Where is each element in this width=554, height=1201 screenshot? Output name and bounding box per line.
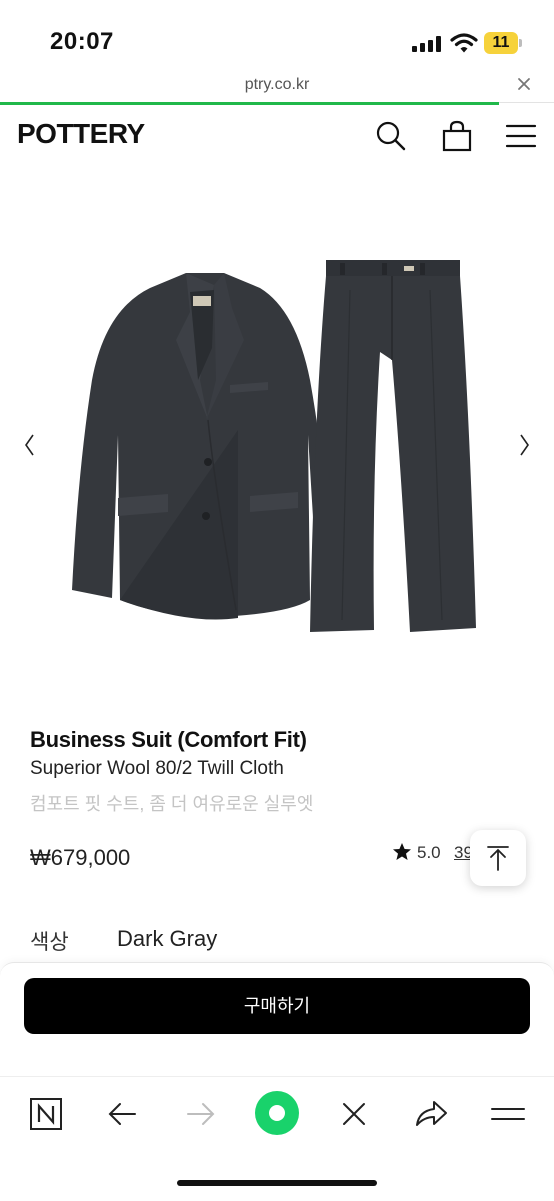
status-time: 20:07	[50, 28, 114, 55]
bag-icon[interactable]	[440, 119, 474, 153]
arrow-up-icon	[487, 846, 509, 871]
product-title: Business Suit (Comfort Fit)	[30, 727, 307, 752]
menu-lines-icon[interactable]	[486, 1092, 530, 1136]
rating-value: 5.0	[417, 843, 441, 862]
close-tab-icon[interactable]	[514, 74, 534, 94]
color-value[interactable]: Dark Gray	[117, 926, 217, 952]
color-label: 색상	[30, 931, 69, 954]
forward-arrow-icon[interactable]	[178, 1092, 222, 1136]
battery-level: 11	[492, 34, 510, 51]
cellular-signal-icon	[412, 36, 442, 52]
site-logo[interactable]: POTTERY	[17, 118, 145, 150]
prev-image-icon[interactable]	[20, 430, 40, 460]
url-bar-divider	[499, 102, 554, 103]
battery-icon: 11	[484, 32, 522, 54]
product-subtitle: Superior Wool 80/2 Twill Cloth	[30, 758, 284, 779]
scroll-to-top-button[interactable]	[470, 830, 526, 886]
url-text[interactable]: ptry.co.kr	[0, 76, 554, 94]
close-icon[interactable]	[332, 1092, 376, 1136]
next-image-icon[interactable]	[514, 430, 534, 460]
home-indicator	[177, 1180, 377, 1186]
naver-n-icon[interactable]	[24, 1092, 68, 1136]
share-icon[interactable]	[409, 1092, 453, 1136]
search-icon[interactable]	[374, 119, 408, 153]
back-arrow-icon[interactable]	[101, 1092, 145, 1136]
page-load-progress	[0, 102, 499, 105]
wifi-icon	[450, 33, 478, 53]
green-dot-icon[interactable]	[254, 1090, 300, 1136]
menu-icon[interactable]	[504, 119, 538, 153]
trousers-image	[310, 260, 476, 632]
product-description: 컴포트 핏 수트, 좀 더 여유로운 실루엣	[30, 794, 314, 814]
star-icon	[393, 843, 411, 860]
jacket-image	[72, 273, 330, 620]
buy-button[interactable]: 구매하기	[24, 978, 530, 1034]
product-image[interactable]	[0, 180, 554, 680]
product-price: ₩679,000	[30, 845, 131, 870]
